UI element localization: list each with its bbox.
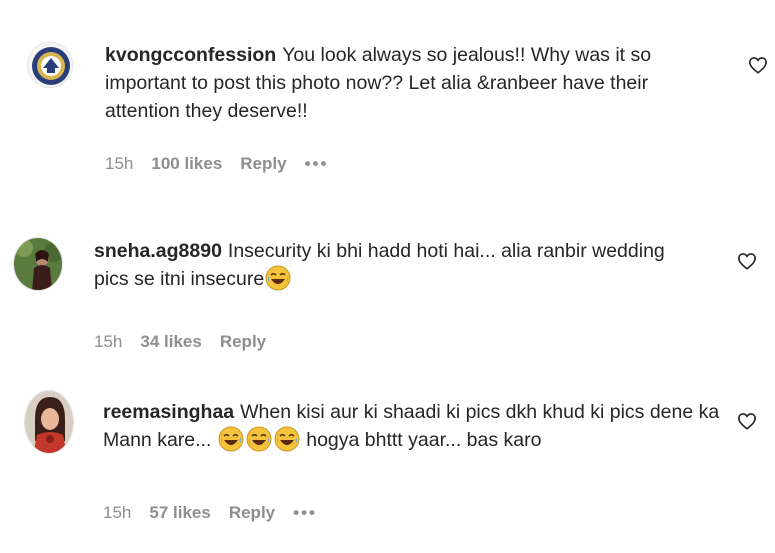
comment-item: kvongcconfession You look always so jealo… [0, 0, 775, 200]
circular-seal-logo-icon [28, 43, 72, 87]
comment-text-continued: hogya bhttt yaar... bas karo [306, 429, 542, 451]
timestamp: 15h [94, 332, 123, 351]
face-with-tears-of-joy-icon [246, 426, 272, 452]
timestamp: 15h [103, 503, 132, 522]
heart-outline-icon[interactable] [748, 56, 768, 74]
avatar[interactable] [27, 42, 73, 88]
likes-count[interactable]: 34 likes [140, 332, 201, 352]
username[interactable]: kvongcconfession [105, 44, 276, 66]
more-options-button[interactable]: ••• [293, 503, 317, 523]
reply-button[interactable]: Reply [220, 332, 266, 352]
username[interactable]: sneha.ag8890 [94, 240, 222, 262]
likes-count[interactable]: 100 likes [151, 154, 222, 174]
face-with-tears-of-joy-icon [218, 426, 244, 452]
comment-body: sneha.ag8890 Insecurity ki bhi hadd hoti … [94, 237, 694, 293]
face-with-tears-of-joy-icon [274, 426, 300, 452]
comment-meta: 15h 34 likes Reply [94, 332, 284, 352]
heart-outline-icon[interactable] [737, 252, 757, 270]
comment-meta: 15h 100 likes Reply ••• [105, 154, 346, 174]
reply-button[interactable]: Reply [240, 154, 286, 174]
face-with-tears-of-joy-icon [265, 265, 291, 291]
avatar[interactable] [13, 237, 63, 291]
username[interactable]: reemasinghaa [103, 401, 234, 423]
profile-photo-icon [25, 391, 73, 453]
more-options-button[interactable]: ••• [305, 154, 329, 174]
timestamp: 15h [105, 154, 134, 173]
heart-outline-icon[interactable] [737, 412, 757, 430]
reply-button[interactable]: Reply [229, 503, 275, 523]
comment-body: kvongcconfession You look always so jealo… [105, 41, 715, 125]
profile-photo-icon [14, 238, 62, 290]
comment-body: reemasinghaa When kisi aur ki shaadi ki p… [103, 398, 723, 454]
comment-item: sneha.ag8890 Insecurity ki bhi hadd hoti … [0, 200, 775, 370]
likes-count[interactable]: 57 likes [149, 503, 210, 523]
comment-item: reemasinghaa When kisi aur ki shaadi ki p… [0, 370, 775, 553]
avatar[interactable] [24, 390, 74, 454]
comment-meta: 15h 57 likes Reply ••• [103, 503, 335, 523]
